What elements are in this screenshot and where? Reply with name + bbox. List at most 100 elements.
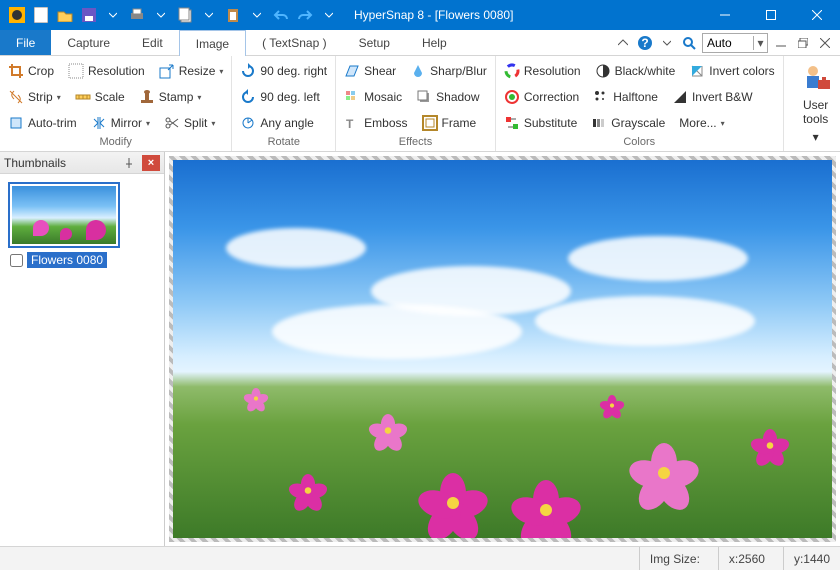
ribbon-group-usertools: User tools ▾ — [784, 56, 840, 151]
zoom-select[interactable]: Auto ▾ — [702, 33, 768, 53]
group-label-rotate: Rotate — [238, 136, 329, 151]
mdi-close-icon[interactable] — [816, 34, 834, 52]
app-icon[interactable] — [6, 4, 28, 26]
menu-image[interactable]: Image — [179, 30, 246, 56]
window-title: HyperSnap 8 - [Flowers 0080] — [346, 8, 702, 22]
mosaic-button[interactable]: Mosaic — [342, 88, 404, 106]
split-icon — [164, 115, 180, 131]
menu-help[interactable]: Help — [406, 30, 463, 55]
thumbnail-checkbox[interactable] — [10, 254, 23, 267]
chevron-down-icon: ▾ — [219, 67, 223, 76]
search-icon[interactable] — [680, 34, 698, 52]
panel-close-icon[interactable]: × — [142, 155, 160, 171]
workspace: Thumbnails × Flowers 0080 — [0, 152, 840, 546]
sharpblur-icon — [410, 63, 426, 79]
menu-bar: File Capture Edit Image ( TextSnap ) Set… — [0, 30, 840, 56]
copy-icon[interactable] — [174, 4, 196, 26]
thumbnails-title: Thumbnails — [4, 156, 116, 170]
group-label-colors: Colors — [502, 136, 777, 151]
status-imgsize: Img Size: — [639, 547, 700, 570]
status-y: y:1440 — [783, 547, 830, 570]
blackwhite-icon — [595, 63, 611, 79]
invert-colors-icon — [689, 63, 705, 79]
split-button[interactable]: Split▾ — [162, 114, 217, 132]
zoom-dropdown-icon[interactable]: ▾ — [753, 36, 767, 50]
correction-button[interactable]: Correction — [502, 88, 581, 106]
canvas-area — [165, 152, 840, 546]
undo-icon[interactable] — [270, 4, 292, 26]
group-label-effects: Effects — [342, 136, 489, 151]
ribbon-group-colors: Resolution Black/white Invert colors Cor… — [496, 56, 784, 151]
grayscale-button[interactable]: Grayscale — [589, 114, 667, 132]
halftone-button[interactable]: Halftone — [591, 88, 660, 106]
invertcolors-button[interactable]: Invert colors — [687, 62, 776, 80]
sharpblur-button[interactable]: Sharp/Blur — [408, 62, 489, 80]
stamp-button[interactable]: Stamp▾ — [137, 88, 204, 106]
minimize-button[interactable] — [702, 0, 748, 30]
blackwhite-button[interactable]: Black/white — [593, 62, 678, 80]
copy-dropdown-icon[interactable] — [198, 4, 220, 26]
crop-button[interactable]: Crop — [6, 62, 56, 80]
invertbw-button[interactable]: Invert B&W — [670, 88, 755, 106]
shadow-button[interactable]: Shadow — [414, 88, 481, 106]
group-label-modify: Modify — [6, 136, 225, 151]
strip-button[interactable]: Strip▾ — [6, 88, 63, 106]
save-icon[interactable] — [78, 4, 100, 26]
maximize-button[interactable] — [748, 0, 794, 30]
mirror-icon — [91, 115, 107, 131]
print-dropdown-icon[interactable] — [150, 4, 172, 26]
collapse-ribbon-icon[interactable] — [614, 34, 632, 52]
close-button[interactable] — [794, 0, 840, 30]
help-dropdown-icon[interactable] — [658, 34, 676, 52]
substitute-icon — [504, 115, 520, 131]
rotate-left-button[interactable]: 90 deg. left — [238, 88, 321, 106]
substitute-button[interactable]: Substitute — [502, 114, 579, 132]
scale-button[interactable]: Scale — [73, 88, 127, 106]
menu-setup[interactable]: Setup — [343, 30, 406, 55]
color-resolution-button[interactable]: Resolution — [502, 62, 583, 80]
mosaic-icon — [344, 89, 360, 105]
resolution-button[interactable]: Resolution — [66, 62, 147, 80]
more-button[interactable]: More...▾ — [677, 115, 726, 131]
redo-icon[interactable] — [294, 4, 316, 26]
menu-edit[interactable]: Edit — [126, 30, 179, 55]
resize-button[interactable]: Resize▾ — [157, 62, 226, 80]
print-icon[interactable] — [126, 4, 148, 26]
saveas-dropdown-icon[interactable] — [102, 4, 124, 26]
new-icon[interactable] — [30, 4, 52, 26]
rotate-right-button[interactable]: 90 deg. right — [238, 62, 329, 80]
menu-capture[interactable]: Capture — [51, 30, 126, 55]
scale-icon — [75, 89, 91, 105]
user-tools-label: User tools — [803, 98, 828, 126]
paste-icon[interactable] — [222, 4, 244, 26]
mdi-minimize-icon[interactable] — [772, 34, 790, 52]
chevron-down-icon: ▾ — [721, 119, 725, 128]
thumbnail-label[interactable]: Flowers 0080 — [27, 252, 107, 268]
any-angle-button[interactable]: Any angle — [238, 114, 315, 132]
strip-icon — [8, 89, 24, 105]
user-tools-button[interactable]: User tools ▾ — [790, 58, 840, 148]
svg-text:T: T — [346, 117, 354, 131]
quick-access-toolbar — [0, 4, 346, 26]
help-icon[interactable]: ? — [636, 34, 654, 52]
shear-button[interactable]: Shear — [342, 62, 398, 80]
menu-file[interactable]: File — [0, 30, 51, 55]
pin-icon[interactable] — [120, 155, 138, 171]
paste-dropdown-icon[interactable] — [246, 4, 268, 26]
menu-textsnap[interactable]: ( TextSnap ) — [246, 30, 342, 55]
color-wheel-icon — [504, 63, 520, 79]
zoom-value: Auto — [703, 36, 753, 50]
emboss-button[interactable]: TEmboss — [342, 114, 409, 132]
ribbon-group-rotate: 90 deg. right 90 deg. left Any angle Rot… — [232, 56, 336, 151]
resize-icon — [159, 63, 175, 79]
image-view[interactable] — [173, 160, 832, 538]
thumbnail-item[interactable] — [8, 182, 120, 248]
ribbon-group-effects: Shear Sharp/Blur Mosaic Shadow TEmboss F… — [336, 56, 496, 151]
open-icon[interactable] — [54, 4, 76, 26]
mdi-restore-icon[interactable] — [794, 34, 812, 52]
frame-button[interactable]: Frame — [420, 114, 479, 132]
autotrim-button[interactable]: Auto-trim — [6, 114, 79, 132]
chevron-down-icon: ▾ — [813, 130, 819, 144]
qat-customize-icon[interactable] — [318, 4, 340, 26]
mirror-button[interactable]: Mirror▾ — [89, 114, 152, 132]
